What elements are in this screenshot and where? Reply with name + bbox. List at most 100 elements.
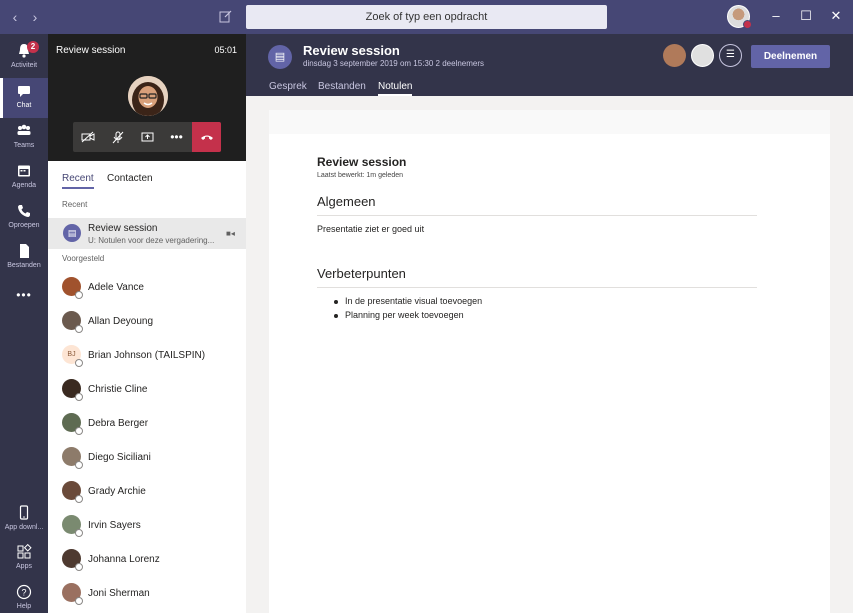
help-icon: ? — [16, 584, 32, 600]
notes-toolbar — [269, 110, 830, 134]
rail-label: Bestanden — [7, 262, 41, 269]
presence-icon — [75, 529, 83, 537]
phone-icon — [18, 205, 30, 217]
contact-name: Debra Berger — [88, 418, 149, 429]
contact-name: Brian Johnson (TAILSPIN) — [88, 350, 206, 361]
presence-icon — [75, 291, 83, 299]
rail-activity[interactable]: Activiteit 2 — [0, 38, 48, 78]
rail-calendar[interactable]: Agenda — [0, 158, 48, 198]
teams-icon — [17, 124, 31, 135]
rail-label: Teams — [13, 142, 35, 149]
apps-icon — [17, 543, 32, 559]
search-input[interactable]: Zoek of typ een opdracht — [246, 5, 607, 29]
meeting-icon: ▤ — [268, 45, 292, 69]
forward-icon[interactable]: › — [28, 9, 42, 25]
participant-avatar[interactable] — [663, 44, 686, 67]
contact-item[interactable]: Debra Berger — [48, 406, 246, 440]
presence-icon — [75, 393, 83, 401]
share-screen-icon[interactable] — [133, 122, 162, 152]
contact-name: Adele Vance — [88, 282, 144, 293]
more-options-icon[interactable]: ••• — [162, 122, 191, 152]
meeting-datetime: dinsdag 3 september 2019 om 15:30 2 deel… — [303, 59, 485, 68]
active-call-window[interactable]: Review session 05:01 ••• — [48, 34, 246, 161]
close-button[interactable]: ✕ — [828, 8, 844, 24]
rail-more[interactable]: ••• — [0, 282, 48, 322]
call-participant-avatar — [128, 76, 168, 116]
contact-name: Joni Sherman — [88, 588, 150, 599]
contact-name: Christie Cline — [88, 384, 148, 395]
chat-item-preview: U: Notulen voor deze vergadering... — [88, 236, 215, 245]
rail-download-app[interactable]: App downl... — [0, 500, 48, 540]
meeting-notes-document[interactable]: Review session Laatst bewerkt: 1m gelede… — [269, 134, 830, 613]
section-text[interactable]: Presentatie ziet er goed uit — [317, 224, 424, 234]
list-item[interactable]: In de presentatie visual toevoegen — [333, 296, 482, 306]
notification-badge: 2 — [27, 41, 39, 53]
contact-name: Diego Siciliani — [88, 452, 151, 463]
presence-icon — [75, 325, 83, 333]
maximize-button[interactable]: ☐ — [798, 8, 814, 24]
back-icon[interactable]: ‹ — [8, 9, 22, 25]
presence-icon — [75, 427, 83, 435]
rail-files[interactable]: Bestanden — [0, 238, 48, 278]
list-item[interactable]: Planning per week toevoegen — [334, 310, 464, 320]
contact-item[interactable]: Johanna Lorenz — [48, 542, 246, 576]
contact-item[interactable]: Diego Siciliani — [48, 440, 246, 474]
join-button[interactable]: Deelnemen — [751, 45, 830, 68]
presence-icon — [75, 461, 83, 469]
mic-muted-icon[interactable] — [103, 122, 132, 152]
section-heading[interactable]: Algemeen — [317, 194, 376, 209]
camera-off-icon[interactable] — [73, 122, 102, 152]
contact-item[interactable]: Grady Archie — [48, 474, 246, 508]
participants-list-icon[interactable]: ☰ — [719, 44, 742, 67]
rail-calls[interactable]: Oproepen — [0, 198, 48, 238]
rail-label: App downl... — [4, 524, 44, 531]
contact-item[interactable]: Joni Sherman — [48, 576, 246, 610]
compose-icon[interactable] — [219, 9, 233, 23]
calendar-icon — [18, 165, 30, 177]
contact-name: Johanna Lorenz — [88, 554, 160, 565]
file-icon — [20, 244, 29, 258]
tab-recent[interactable]: Recent — [62, 173, 94, 189]
tab-files[interactable]: Bestanden — [318, 81, 366, 94]
last-edited: Laatst bewerkt: 1m geleden — [317, 172, 403, 179]
contact-name: Grady Archie — [88, 486, 146, 497]
rail-apps[interactable]: Apps — [0, 539, 48, 579]
call-controls: ••• — [73, 122, 221, 152]
participant-avatar[interactable] — [691, 44, 714, 67]
rail-label: Oproepen — [8, 222, 40, 229]
notes-title: Review session — [317, 155, 407, 169]
tab-notes[interactable]: Notulen — [378, 81, 413, 96]
mobile-icon — [19, 505, 29, 520]
presence-icon — [75, 495, 83, 503]
rail-chat[interactable]: Chat — [0, 78, 48, 118]
hang-up-button[interactable] — [192, 122, 221, 152]
rail-label: Agenda — [11, 182, 37, 189]
meeting-icon: ▤ — [63, 224, 81, 242]
contact-item[interactable]: Christie Cline — [48, 372, 246, 406]
tab-contacts[interactable]: Contacten — [107, 173, 153, 187]
svg-text:?: ? — [21, 588, 26, 598]
section-label-suggested: Voorgesteld — [62, 254, 105, 263]
tab-conversation[interactable]: Gesprek — [269, 81, 307, 94]
contact-name: Allan Deyoung — [88, 316, 154, 327]
chat-item-review-session[interactable]: ▤ Review session U: Notulen voor deze ve… — [48, 218, 246, 249]
contact-item[interactable]: Allan Deyoung — [48, 304, 246, 338]
status-busy-icon — [743, 20, 752, 29]
contact-item[interactable]: Adele Vance — [48, 270, 246, 304]
rail-teams[interactable]: Teams — [0, 118, 48, 158]
rail-label: Chat — [16, 102, 32, 109]
contact-name: Irvin Sayers — [88, 520, 141, 531]
chat-icon — [18, 86, 30, 97]
section-heading[interactable]: Verbeterpunten — [317, 266, 406, 281]
rail-help[interactable]: ? Help — [0, 579, 48, 613]
app-rail: Activiteit 2 Chat Teams Agenda Oproepen … — [0, 34, 48, 613]
video-call-icon: ■◂ — [226, 229, 235, 238]
presence-icon — [75, 563, 83, 571]
meeting-header: ▤ Review session dinsdag 3 september 201… — [246, 34, 853, 96]
contact-item[interactable]: BJ Brian Johnson (TAILSPIN) — [48, 338, 246, 372]
contact-item[interactable]: Irvin Sayers — [48, 508, 246, 542]
presence-icon — [75, 597, 83, 605]
rail-label: Apps — [16, 563, 32, 570]
title-bar: ‹ › Zoek of typ een opdracht – ☐ ✕ — [0, 0, 853, 34]
minimize-button[interactable]: – — [768, 8, 784, 24]
